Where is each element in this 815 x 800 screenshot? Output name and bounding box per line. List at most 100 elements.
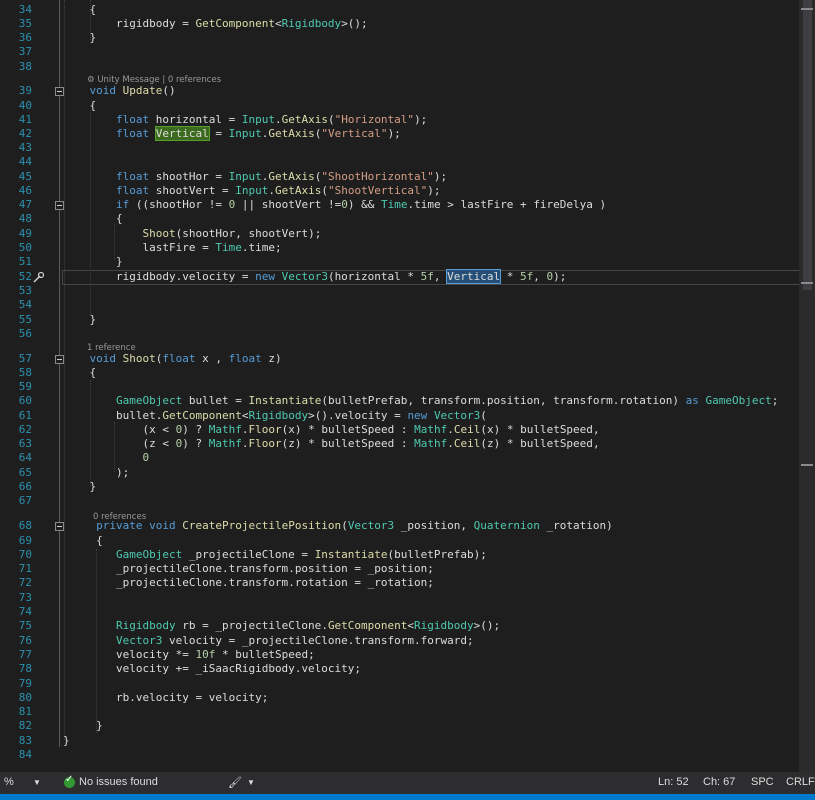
code-line[interactable]: 81	[0, 705, 800, 719]
collapse-create-button[interactable]	[55, 522, 64, 531]
code-line[interactable]: 83}	[0, 734, 800, 748]
line-text[interactable]: void Shoot(float x , float z)	[63, 352, 282, 366]
code-line[interactable]: 53	[0, 284, 800, 298]
code-line[interactable]: 39 void Update()	[0, 84, 800, 98]
line-text[interactable]: Vector3 velocity = _projectileClone.tran…	[63, 634, 474, 648]
line-text[interactable]: rigidbody = GetComponent<Rigidbody>();	[63, 17, 368, 31]
code-line[interactable]: 46 float shootVert = Input.GetAxis("Shoo…	[0, 184, 800, 198]
line-text[interactable]: }	[63, 255, 123, 269]
collapse-shoot-button[interactable]	[55, 355, 64, 364]
collapse-if-button[interactable]	[55, 201, 64, 210]
codelens-shoot[interactable]: 1 reference	[87, 343, 136, 353]
code-line[interactable]: 79	[0, 677, 800, 691]
code-line[interactable]: 59	[0, 380, 800, 394]
line-text[interactable]: _projectileClone.transform.rotation = _r…	[63, 576, 434, 590]
line-text[interactable]: }	[63, 480, 96, 494]
line-text[interactable]: float shootVert = Input.GetAxis("ShootVe…	[63, 184, 441, 198]
line-text[interactable]: }	[63, 31, 96, 45]
line-text[interactable]: lastFire = Time.time;	[63, 241, 281, 255]
code-line[interactable]: 70 GameObject _projectileClone = Instant…	[0, 548, 800, 562]
line-text[interactable]: float Vertical = Input.GetAxis("Vertical…	[63, 126, 401, 141]
code-line[interactable]: 82 }	[0, 719, 800, 733]
zoom-level[interactable]: %	[4, 776, 14, 788]
line-text[interactable]: }	[63, 734, 70, 748]
code-line[interactable]: 66 }	[0, 480, 800, 494]
code-line[interactable]: 65 );	[0, 466, 800, 480]
code-line[interactable]: 34 {	[0, 3, 800, 17]
line-text[interactable]: Shoot(shootHor, shootVert);	[63, 227, 321, 241]
code-line[interactable]: 45 float shootHor = Input.GetAxis("Shoot…	[0, 170, 800, 184]
code-line[interactable]: 67	[0, 494, 800, 508]
line-text[interactable]: float shootHor = Input.GetAxis("ShootHor…	[63, 170, 447, 184]
line-text[interactable]: }	[63, 313, 96, 327]
code-editor[interactable]: 34 {35 rigidbody = GetComponent<Rigidbod…	[0, 0, 815, 772]
code-line[interactable]: 51 }	[0, 255, 800, 269]
code-line[interactable]: 36 }	[0, 31, 800, 45]
code-line[interactable]: 80 rb.velocity = velocity;	[0, 691, 800, 705]
quick-actions-icon[interactable]	[32, 271, 45, 284]
line-text[interactable]: void Update()	[63, 84, 176, 98]
vertical-scrollbar[interactable]	[799, 0, 815, 772]
code-line[interactable]: 71 _projectileClone.transform.position =…	[0, 562, 800, 576]
cleanup-dropdown-icon[interactable]: ▼	[247, 778, 255, 787]
line-text[interactable]: 0	[63, 451, 149, 465]
code-line[interactable]: 61 bullet.GetComponent<Rigidbody>().velo…	[0, 409, 800, 423]
issues-status[interactable]: No issues found	[79, 776, 158, 788]
code-line[interactable]: 55 }	[0, 313, 800, 327]
code-line[interactable]: 77 velocity *= 10f * bulletSpeed;	[0, 648, 800, 662]
code-line[interactable]: 57 void Shoot(float x , float z)	[0, 352, 800, 366]
line-indicator[interactable]: Ln: 52	[658, 776, 689, 788]
line-text[interactable]: bullet.GetComponent<Rigidbody>().velocit…	[63, 409, 487, 423]
code-line[interactable]: 52 rigidbody.velocity = new Vector3(hori…	[0, 269, 800, 284]
code-line[interactable]: 69 {	[0, 534, 800, 548]
line-text[interactable]: GameObject _projectileClone = Instantiat…	[63, 548, 487, 562]
code-line[interactable]: 84	[0, 748, 800, 762]
code-line[interactable]: 49 Shoot(shootHor, shootVert);	[0, 227, 800, 241]
line-text[interactable]: (x < 0) ? Mathf.Floor(x) * bulletSpeed :…	[63, 423, 599, 437]
line-ending-indicator[interactable]: CRLF	[786, 776, 815, 788]
code-line[interactable]: 40 {	[0, 99, 800, 113]
code-line[interactable]: 72 _projectileClone.transform.rotation =…	[0, 576, 800, 590]
line-text[interactable]: velocity *= 10f * bulletSpeed;	[63, 648, 315, 662]
code-line[interactable]: 41 float horizontal = Input.GetAxis("Hor…	[0, 113, 800, 127]
code-line[interactable]: 78 velocity += _iSaacRigidbody.velocity;	[0, 662, 800, 676]
code-line[interactable]: 58 {	[0, 366, 800, 380]
code-line[interactable]: 60 GameObject bullet = Instantiate(bulle…	[0, 394, 800, 408]
code-line[interactable]: 44	[0, 155, 800, 169]
whitespace-indicator[interactable]: SPC	[751, 776, 774, 788]
code-line[interactable]: 75 Rigidbody rb = _projectileClone.GetCo…	[0, 619, 800, 633]
codelens-create[interactable]: 0 references	[93, 512, 146, 522]
code-line[interactable]: 38	[0, 60, 800, 74]
line-text[interactable]: velocity += _iSaacRigidbody.velocity;	[63, 662, 361, 676]
code-line[interactable]: 50 lastFire = Time.time;	[0, 241, 800, 255]
codelens-update[interactable]: ⚙ Unity Message | 0 references	[87, 75, 221, 85]
line-text[interactable]: {	[63, 3, 96, 17]
line-text[interactable]: float horizontal = Input.GetAxis("Horizo…	[63, 113, 427, 127]
code-line[interactable]: 37	[0, 45, 800, 59]
code-line[interactable]: 35 rigidbody = GetComponent<Rigidbody>()…	[0, 17, 800, 31]
code-line[interactable]: 42 float Vertical = Input.GetAxis("Verti…	[0, 126, 800, 141]
code-line[interactable]: 73	[0, 591, 800, 605]
line-text[interactable]: rb.velocity = velocity;	[63, 691, 268, 705]
code-line[interactable]: 76 Vector3 velocity = _projectileClone.t…	[0, 634, 800, 648]
line-text[interactable]: {	[63, 99, 96, 113]
code-line[interactable]: 48 {	[0, 212, 800, 226]
line-text[interactable]: {	[63, 534, 103, 548]
code-line[interactable]: 74	[0, 605, 800, 619]
column-indicator[interactable]: Ch: 67	[703, 776, 735, 788]
zoom-dropdown-icon[interactable]: ▼	[33, 778, 41, 787]
line-text[interactable]: }	[63, 719, 103, 733]
code-line[interactable]: 54	[0, 298, 800, 312]
line-text[interactable]: {	[63, 212, 123, 226]
line-text[interactable]: (z < 0) ? Mathf.Floor(z) * bulletSpeed :…	[63, 437, 599, 451]
code-cleanup-icon[interactable]: 🖌	[228, 776, 242, 789]
code-line[interactable]: 64 0	[0, 451, 800, 465]
line-text[interactable]: Rigidbody rb = _projectileClone.GetCompo…	[63, 619, 500, 633]
line-text[interactable]: );	[63, 466, 129, 480]
line-text[interactable]: {	[63, 366, 96, 380]
code-line[interactable]: 43	[0, 141, 800, 155]
line-text[interactable]: rigidbody.velocity = new Vector3(horizon…	[63, 269, 566, 284]
collapse-update-button[interactable]	[55, 87, 64, 96]
code-line[interactable]: 47 if ((shootHor != 0 || shootVert !=0) …	[0, 198, 800, 212]
line-text[interactable]: GameObject bullet = Instantiate(bulletPr…	[63, 394, 778, 408]
